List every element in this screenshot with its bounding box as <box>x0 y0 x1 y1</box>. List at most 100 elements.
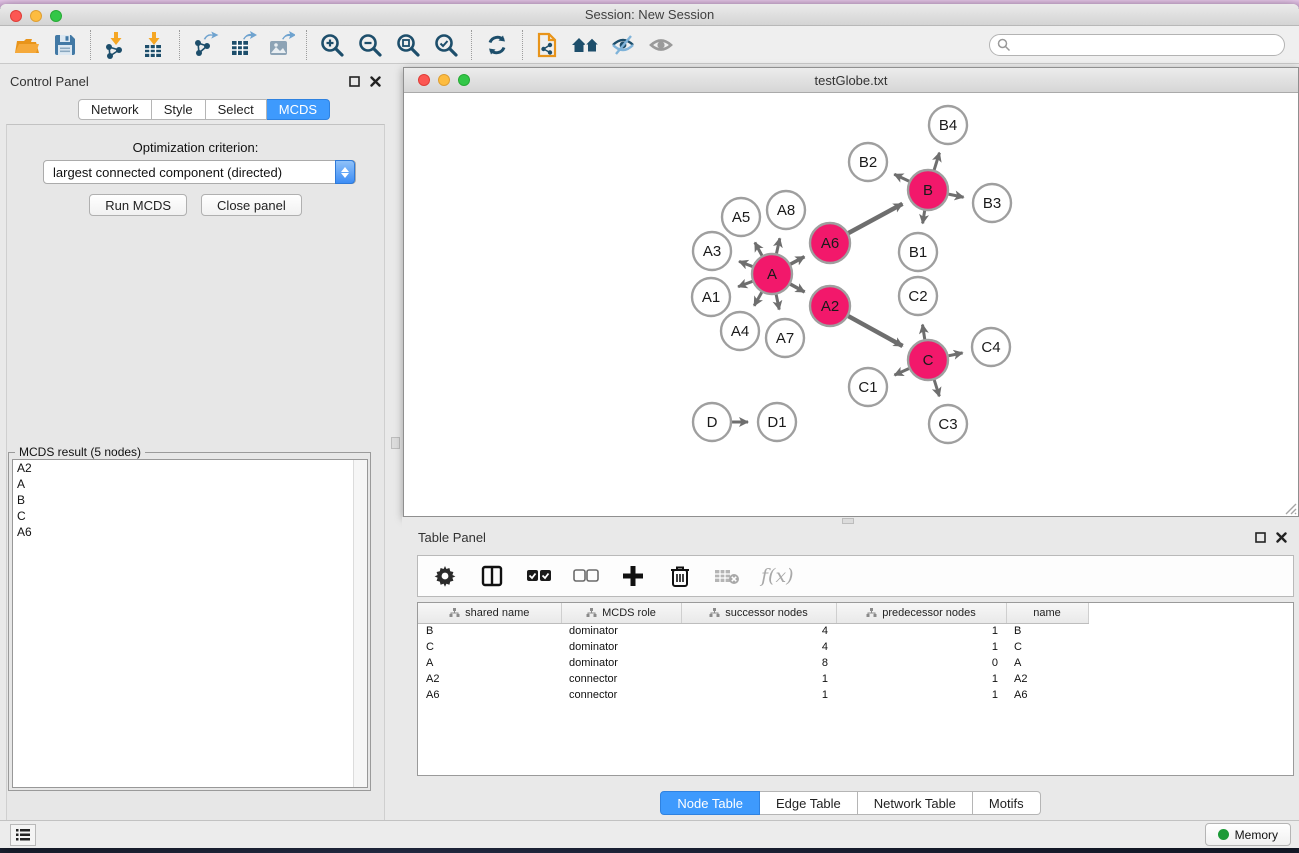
table-cell[interactable]: 4 <box>681 623 836 639</box>
tab-network[interactable]: Network <box>78 99 152 120</box>
zoom-in-button[interactable] <box>313 29 351 61</box>
table-cell[interactable]: C <box>1006 639 1088 655</box>
export-table-button[interactable] <box>224 29 262 61</box>
column-header-name[interactable]: name <box>1006 603 1088 623</box>
table-cell[interactable]: 0 <box>836 655 1006 671</box>
graph-edge-A-A2[interactable] <box>789 283 805 292</box>
mcds-result-list[interactable]: A2ABCA6 <box>12 459 368 788</box>
table-cell[interactable]: dominator <box>561 623 681 639</box>
new-session-from-selection-button[interactable] <box>529 29 567 61</box>
column-header-successor-nodes[interactable]: successor nodes <box>681 603 836 623</box>
graph-edge-C-C4[interactable] <box>947 353 963 356</box>
mcds-result-item[interactable]: B <box>13 492 367 508</box>
show-eye-button[interactable] <box>643 29 681 61</box>
table-cell[interactable]: dominator <box>561 639 681 655</box>
table-cell[interactable]: 1 <box>681 687 836 703</box>
column-view-button[interactable] <box>479 563 505 589</box>
graph-edge-A-A8[interactable] <box>776 238 780 255</box>
table-cell[interactable]: B <box>418 623 561 639</box>
show-all-button[interactable] <box>567 29 605 61</box>
graph-edge-A6-B[interactable] <box>847 204 903 234</box>
graph-edge-A-A6[interactable] <box>789 257 805 265</box>
network-graph[interactable]: B4B2BB3A8A5A6A3B1AA1C2A2A4A7C4CC1C3DD1 <box>405 93 1298 516</box>
graph-edge-B-B4[interactable] <box>934 153 940 172</box>
task-history-button[interactable] <box>10 824 36 846</box>
graph-edge-A-A3[interactable] <box>739 261 754 267</box>
table-cell[interactable]: 1 <box>836 687 1006 703</box>
graph-edge-B-B3[interactable] <box>947 194 964 197</box>
table-cell[interactable]: 1 <box>836 671 1006 687</box>
column-header-predecessor-nodes[interactable]: predecessor nodes <box>836 603 1006 623</box>
table-cell[interactable]: A <box>418 655 561 671</box>
memory-button[interactable]: Memory <box>1205 823 1291 846</box>
graph-edge-C-C3[interactable] <box>934 378 940 396</box>
search-input[interactable] <box>989 34 1285 56</box>
table-cell[interactable]: A6 <box>418 687 561 703</box>
mcds-result-item[interactable]: A2 <box>13 460 367 476</box>
table-cell[interactable]: C <box>418 639 561 655</box>
table-cell[interactable]: A2 <box>1006 671 1088 687</box>
run-mcds-button[interactable]: Run MCDS <box>89 194 187 216</box>
scrollbar-track[interactable] <box>353 460 367 787</box>
graph-edge-A-A5[interactable] <box>755 242 763 257</box>
table-cell[interactable]: 1 <box>836 623 1006 639</box>
tab-motifs[interactable]: Motifs <box>973 791 1041 815</box>
column-header-shared-name[interactable]: shared name <box>418 603 561 623</box>
close-panel-icon[interactable] <box>370 76 381 87</box>
mcds-result-item[interactable]: C <box>13 508 367 524</box>
graph-edge-C-C2[interactable] <box>922 325 925 342</box>
table-cell[interactable]: A <box>1006 655 1088 671</box>
table-cell[interactable]: 1 <box>836 639 1006 655</box>
table-row[interactable]: Adominator80A <box>418 655 1088 671</box>
import-network-button[interactable] <box>97 29 135 61</box>
float-panel-icon[interactable] <box>349 76 360 87</box>
mcds-result-item[interactable]: A <box>13 476 367 492</box>
table-cell[interactable]: 4 <box>681 639 836 655</box>
resize-grip-icon[interactable] <box>1283 501 1297 515</box>
table-cell[interactable]: 1 <box>681 671 836 687</box>
delete-column-button[interactable] <box>667 563 693 589</box>
tab-network-table[interactable]: Network Table <box>858 791 973 815</box>
graph-edge-C-C1[interactable] <box>894 368 910 375</box>
table-cell[interactable]: B <box>1006 623 1088 639</box>
tab-mcds[interactable]: MCDS <box>267 99 330 120</box>
tab-select[interactable]: Select <box>206 99 267 120</box>
table-cell[interactable]: dominator <box>561 655 681 671</box>
table-cell[interactable]: A6 <box>1006 687 1088 703</box>
criterion-select[interactable]: largest connected component (directed) <box>43 160 356 184</box>
graph-edge-A-A1[interactable] <box>738 281 754 287</box>
tab-edge-table[interactable]: Edge Table <box>760 791 858 815</box>
export-network-button[interactable] <box>186 29 224 61</box>
table-cell[interactable]: A2 <box>418 671 561 687</box>
graph-edge-A2-C[interactable] <box>847 315 903 346</box>
table-cell[interactable]: connector <box>561 671 681 687</box>
splitter-grip[interactable] <box>391 437 400 449</box>
graph-edge-B-B1[interactable] <box>923 209 925 224</box>
zoom-selected-button[interactable] <box>427 29 465 61</box>
table-settings-button[interactable] <box>432 563 458 589</box>
hide-selected-button[interactable] <box>605 29 643 61</box>
table-cell[interactable]: 8 <box>681 655 836 671</box>
tab-node-table[interactable]: Node Table <box>660 791 760 815</box>
table-row[interactable]: A6connector11A6 <box>418 687 1088 703</box>
close-panel-button[interactable]: Close panel <box>201 194 302 216</box>
splitter-grip[interactable] <box>842 518 854 524</box>
graph-edge-B-B2[interactable] <box>894 174 911 182</box>
panel-splitter-vertical[interactable] <box>391 64 402 822</box>
table-row[interactable]: Bdominator41B <box>418 623 1088 639</box>
table-row[interactable]: A2connector11A2 <box>418 671 1088 687</box>
open-file-button[interactable] <box>8 29 46 61</box>
save-session-button[interactable] <box>46 29 84 61</box>
float-panel-icon[interactable] <box>1255 532 1266 543</box>
mcds-result-item[interactable]: A6 <box>13 524 367 540</box>
delete-table-button[interactable] <box>714 563 740 589</box>
deselect-all-columns-button[interactable] <box>573 563 599 589</box>
close-panel-icon[interactable] <box>1276 532 1287 543</box>
column-header-MCDS-role[interactable]: MCDS role <box>561 603 681 623</box>
function-builder-button[interactable]: f(x) <box>761 563 794 589</box>
import-table-button[interactable] <box>135 29 173 61</box>
export-image-button[interactable] <box>262 29 300 61</box>
network-canvas[interactable]: B4B2BB3A8A5A6A3B1AA1C2A2A4A7C4CC1C3DD1 <box>405 93 1298 516</box>
table-row[interactable]: Cdominator41C <box>418 639 1088 655</box>
graph-edge-A-A4[interactable] <box>754 291 763 306</box>
